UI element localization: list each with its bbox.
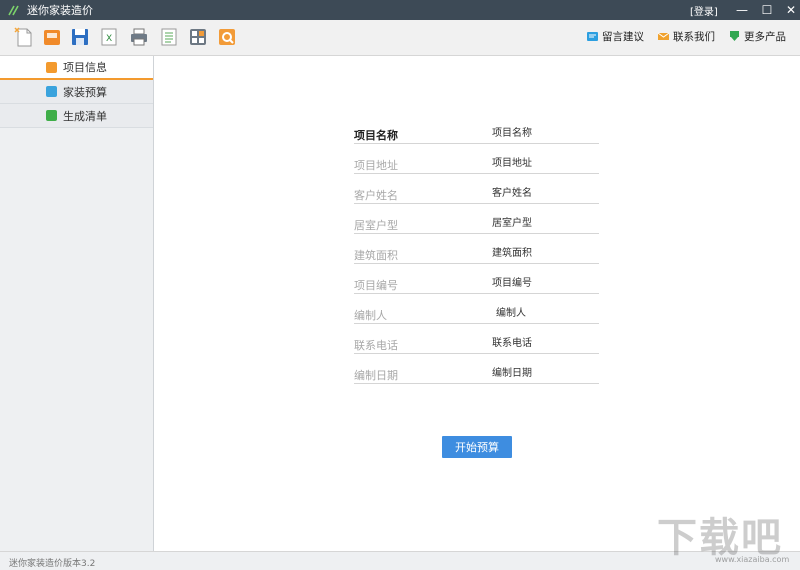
field-label: 项目编号 [354,279,398,292]
feedback-label: 留言建议 [602,31,644,43]
settings-icon[interactable] [216,26,238,48]
compiler-input[interactable] [496,306,601,317]
sidebar-item-label: 生成清单 [63,109,107,123]
field-project-name: 项目名称 [354,120,599,144]
contact-phone-input[interactable] [492,336,597,347]
field-label: 建筑面积 [354,249,398,262]
field-label: 联系电话 [354,339,398,352]
sidebar-item-label: 家装预算 [63,85,107,99]
field-label: 编制人 [354,309,387,322]
export-excel-icon[interactable]: X [98,26,120,48]
field-contact-phone: 联系电话 [354,330,599,354]
feedback-link[interactable]: 留言建议 [587,29,644,44]
field-label: 编制日期 [354,369,398,382]
login-link[interactable]: [登录] [690,3,718,18]
field-compiler: 编制人 [354,300,601,324]
maximize-button[interactable]: ☐ [754,0,780,20]
field-room-type: 居室户型 [354,210,599,234]
more-products-label: 更多产品 [744,31,786,43]
top-links: 留言建议 联系我们 更多产品 [587,29,786,44]
field-label: 项目地址 [354,159,398,172]
project-name-input[interactable] [492,126,597,137]
compile-date-input[interactable] [492,366,597,377]
calculator-icon[interactable] [187,26,209,48]
field-project-address: 项目地址 [354,150,599,174]
customer-name-input[interactable] [492,186,597,197]
more-products-link[interactable]: 更多产品 [729,29,786,44]
field-compile-date: 编制日期 [354,360,599,384]
sidebar: 项目信息 家装预算 生成清单 [0,56,154,551]
start-budget-button[interactable]: 开始预算 [442,436,512,458]
field-project-number: 项目编号 [354,270,599,294]
mail-icon [657,31,670,42]
field-label: 项目名称 [354,129,398,142]
new-file-icon[interactable] [13,26,35,48]
feedback-icon [587,31,598,42]
minimize-button[interactable]: — [729,0,755,20]
app-logo-icon [7,3,21,17]
budget-icon [46,86,57,97]
room-type-input[interactable] [492,216,597,227]
sidebar-item-label: 项目信息 [63,61,107,74]
sidebar-item-budget[interactable]: 家装预算 [0,80,153,104]
toolbar: X 留言建议 联系我们 更多产品 [0,20,800,56]
sidebar-item-generate-list[interactable]: 生成清单 [0,104,153,128]
watermark-url: www.xiazaiba.com [715,555,790,564]
print-icon[interactable] [128,26,150,48]
watermark: 下载吧 www.xiazaiba.com [655,505,795,565]
field-building-area: 建筑面积 [354,240,599,264]
open-folder-icon[interactable] [41,26,63,48]
project-number-input[interactable] [492,276,597,287]
list-generate-icon [46,110,57,121]
svg-text:X: X [106,34,112,44]
contact-link[interactable]: 联系我们 [657,29,715,44]
download-icon [729,31,740,42]
sidebar-item-project-info[interactable]: 项目信息 [0,56,153,80]
title-bar: 迷你家装造价 [登录] — ☐ ✕ [0,0,800,20]
field-customer-name: 客户姓名 [354,180,599,204]
status-app-name: 迷你家装造价 [9,559,64,569]
project-info-icon [46,61,57,73]
field-label: 客户姓名 [354,189,398,202]
status-version: 版本3.2 [63,559,96,569]
list-icon[interactable] [158,26,180,48]
field-label: 居室户型 [354,219,398,232]
building-area-input[interactable] [492,246,597,257]
close-button[interactable]: ✕ [778,0,800,20]
contact-label: 联系我们 [673,31,715,43]
project-address-input[interactable] [492,156,597,167]
window-title: 迷你家装造价 [27,4,93,17]
save-icon[interactable] [69,26,91,48]
